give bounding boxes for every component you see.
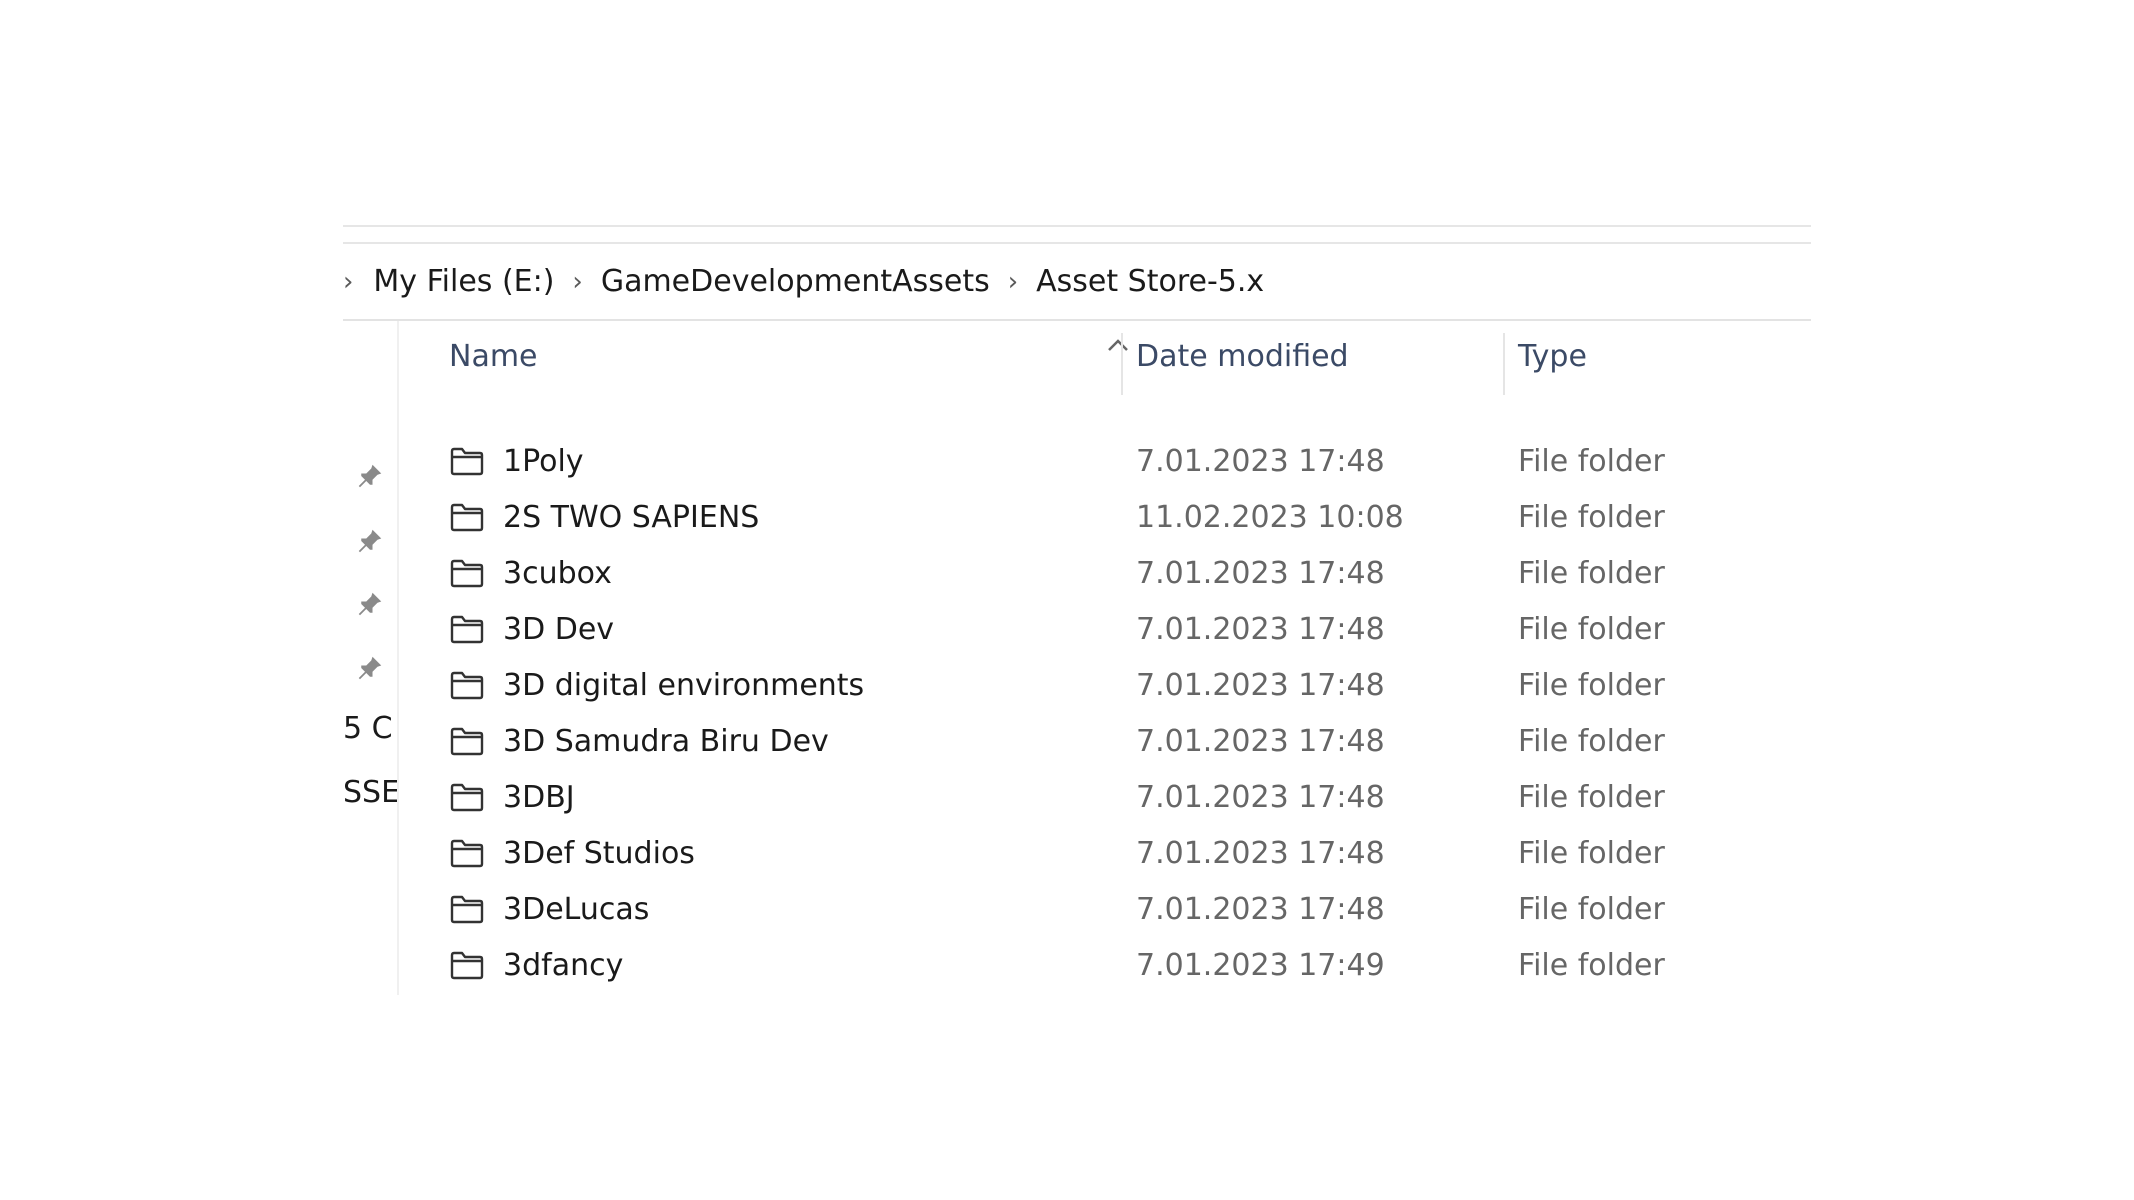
file-name-cell[interactable]: 2S TWO SAPIENS [449, 489, 759, 545]
table-row[interactable]: 3DBJ 7.01.2023 17:48 File folder [399, 769, 1811, 825]
type-cell: File folder [1518, 499, 1665, 535]
file-name: 3dfancy [503, 947, 624, 983]
file-name-cell[interactable]: 3D Samudra Biru Dev [449, 713, 829, 769]
sort-ascending-icon [1108, 339, 1128, 351]
file-name-cell[interactable]: 3D digital environments [449, 657, 864, 713]
file-name: 3cubox [503, 555, 612, 591]
type-cell: File folder [1518, 723, 1665, 759]
folder-icon [450, 951, 484, 980]
folder-icon [450, 447, 484, 476]
chevron-right-icon[interactable]: › [343, 267, 373, 297]
type-cell: File folder [1518, 835, 1665, 871]
folder-icon [450, 559, 484, 588]
file-name-cell[interactable]: 3DeLucas [449, 881, 649, 937]
type-cell: File folder [1518, 555, 1665, 591]
file-name-cell[interactable]: 3D Dev [449, 601, 614, 657]
date-modified-cell: 7.01.2023 17:49 [1136, 947, 1385, 983]
column-header-type[interactable]: Type [1518, 321, 1587, 391]
pin-icon[interactable] [355, 653, 385, 683]
folder-icon [450, 503, 484, 532]
column-header: Name Date modified Type [399, 321, 1811, 417]
folder-icon [450, 895, 484, 924]
column-divider[interactable] [1121, 333, 1123, 395]
folder-icon [450, 727, 484, 756]
table-row[interactable]: 3D Samudra Biru Dev 7.01.2023 17:48 File f… [399, 713, 1811, 769]
date-modified-cell: 7.01.2023 17:48 [1136, 443, 1385, 479]
table-row[interactable]: 3Def Studios 7.01.2023 17:48 File folder [399, 825, 1811, 881]
file-name-cell[interactable]: 1Poly [449, 433, 584, 489]
folder-icon [450, 615, 484, 644]
folder-icon [450, 783, 484, 812]
date-modified-cell: 7.01.2023 17:48 [1136, 835, 1385, 871]
breadcrumb-item-drive[interactable]: My Files (E:) [373, 264, 554, 299]
type-cell: File folder [1518, 779, 1665, 815]
file-list: 1Poly 7.01.2023 17:48 File folder 2S TWO SA… [399, 433, 1811, 993]
file-name-cell[interactable]: 3DBJ [449, 769, 575, 825]
nav-item-label[interactable]: SSE [343, 775, 397, 810]
file-name: 1Poly [503, 443, 584, 479]
date-modified-cell: 7.01.2023 17:48 [1136, 611, 1385, 647]
date-modified-cell: 7.01.2023 17:48 [1136, 779, 1385, 815]
pin-icon[interactable] [355, 461, 385, 491]
breadcrumb-item-asset-store[interactable]: Asset Store-5.x [1036, 264, 1264, 299]
file-name: 3DBJ [503, 779, 575, 815]
type-cell: File folder [1518, 891, 1665, 927]
column-header-date-modified[interactable]: Date modified [1136, 321, 1349, 391]
file-name: 3D Samudra Biru Dev [503, 723, 829, 759]
toolbar-divider [343, 225, 1811, 227]
table-row[interactable]: 3D digital environments 7.01.2023 17:48 Fi… [399, 657, 1811, 713]
navigation-pane: 5 C SSE [343, 321, 399, 995]
table-row[interactable]: 3DeLucas 7.01.2023 17:48 File folder [399, 881, 1811, 937]
file-name: 3D digital environments [503, 667, 865, 703]
folder-icon [450, 671, 484, 700]
table-row[interactable]: 3dfancy 7.01.2023 17:49 File folder [399, 937, 1811, 993]
type-cell: File folder [1518, 947, 1665, 983]
breadcrumb-item-gamedevelopmentassets[interactable]: GameDevelopmentAssets [601, 264, 990, 299]
table-row[interactable]: 3D Dev 7.01.2023 17:48 File folder [399, 601, 1811, 657]
date-modified-cell: 7.01.2023 17:48 [1136, 891, 1385, 927]
breadcrumb[interactable]: › My Files (E:) › GameDevelopmentAssets … [343, 244, 1811, 321]
table-row[interactable]: 3cubox 7.01.2023 17:48 File folder [399, 545, 1811, 601]
type-cell: File folder [1518, 611, 1665, 647]
file-name-cell[interactable]: 3cubox [449, 545, 612, 601]
date-modified-cell: 7.01.2023 17:48 [1136, 667, 1385, 703]
file-name: 3Def Studios [503, 835, 695, 871]
date-modified-cell: 7.01.2023 17:48 [1136, 555, 1385, 591]
column-divider[interactable] [1503, 333, 1505, 395]
nav-item-label[interactable]: 5 C [343, 711, 397, 746]
column-header-name[interactable]: Name [449, 321, 538, 391]
file-name-cell[interactable]: 3Def Studios [449, 825, 695, 881]
pin-icon[interactable] [355, 526, 385, 556]
file-explorer-window: › My Files (E:) › GameDevelopmentAssets … [343, 225, 1811, 995]
table-row[interactable]: 2S TWO SAPIENS 11.02.2023 10:08 File folde… [399, 489, 1811, 545]
file-name: 3DeLucas [503, 891, 650, 927]
type-cell: File folder [1518, 443, 1665, 479]
table-row[interactable]: 1Poly 7.01.2023 17:48 File folder [399, 433, 1811, 489]
folder-icon [450, 839, 484, 868]
date-modified-cell: 11.02.2023 10:08 [1136, 499, 1404, 535]
file-name-cell[interactable]: 3dfancy [449, 937, 623, 993]
date-modified-cell: 7.01.2023 17:48 [1136, 723, 1385, 759]
chevron-right-icon[interactable]: › [990, 267, 1036, 297]
type-cell: File folder [1518, 667, 1665, 703]
file-name: 3D Dev [503, 611, 615, 647]
file-name: 2S TWO SAPIENS [503, 499, 760, 535]
pin-icon[interactable] [355, 589, 385, 619]
chevron-right-icon[interactable]: › [554, 267, 600, 297]
